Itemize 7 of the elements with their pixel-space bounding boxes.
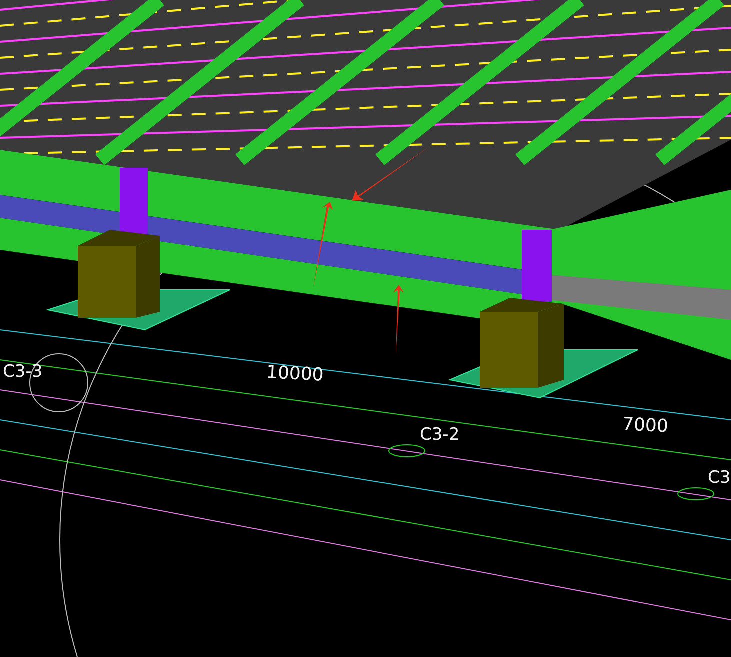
dimension-label: 7000 xyxy=(622,416,669,436)
dimension-label: 10000 xyxy=(266,364,324,385)
axis-marker-icon xyxy=(678,488,714,500)
axis-marker-icon xyxy=(388,444,426,458)
arrow-icon xyxy=(352,145,432,201)
axis-label: C3 xyxy=(708,470,731,487)
axis-label: C3-2 xyxy=(420,427,460,444)
